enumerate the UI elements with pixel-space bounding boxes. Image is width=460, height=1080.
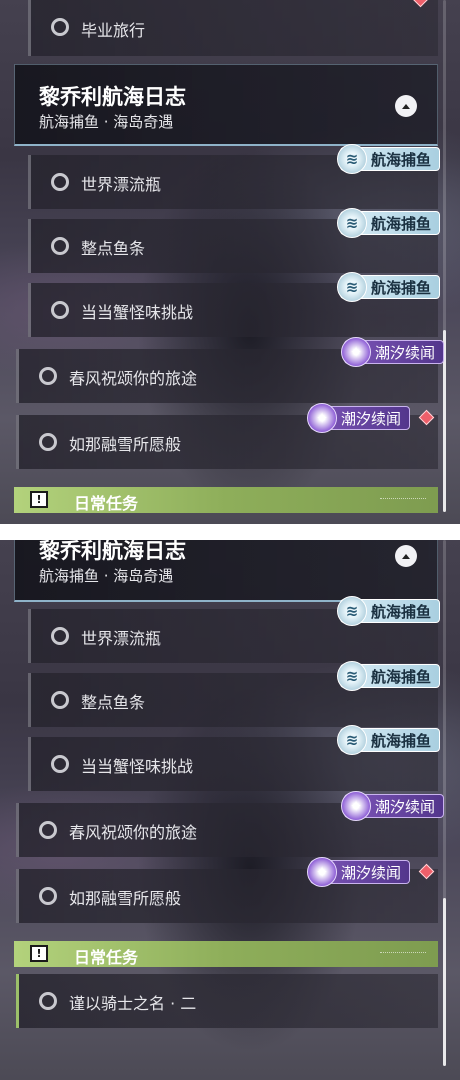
tag-label: 航海捕鱼 — [371, 668, 432, 686]
tide-tag: ✦ 潮汐续闻 — [307, 403, 411, 433]
event-subtitle: 航海捕鱼 · 海岛奇遇 — [39, 113, 174, 131]
radio-circle-icon — [51, 237, 69, 255]
radio-circle-icon — [39, 992, 57, 1010]
fishing-wave-icon: ≋ — [337, 272, 367, 302]
radio-circle-icon — [39, 887, 57, 905]
daily-tasks-label: 日常任务 — [74, 948, 139, 967]
tag-label: 航海捕鱼 — [371, 279, 432, 297]
tide-sparkle-icon: ✦ — [341, 337, 371, 367]
fishing-tag: ≋ 航海捕鱼 — [337, 725, 441, 755]
chevron-up-icon[interactable] — [395, 95, 417, 117]
quest-panel-top: 毕业旅行 黎乔利航海日志 航海捕鱼 · 海岛奇遇 世界漂流瓶 ≋ 航海捕鱼 整点… — [0, 0, 460, 524]
fishing-tag: ≋ 航海捕鱼 — [337, 272, 441, 302]
quest-label: 当当蟹怪味挑战 — [81, 757, 194, 776]
radio-circle-icon — [51, 627, 69, 645]
fishing-tag: ≋ 航海捕鱼 — [337, 144, 441, 174]
event-header[interactable]: 黎乔利航海日志 航海捕鱼 · 海岛奇遇 — [14, 540, 438, 602]
fishing-tag: ≋ 航海捕鱼 — [337, 661, 441, 691]
decorative-dots — [380, 952, 426, 955]
tide-sparkle-icon: ✦ — [341, 791, 371, 821]
tag-label: 航海捕鱼 — [371, 215, 432, 233]
tag-label: 航海捕鱼 — [371, 603, 432, 621]
quest-label: 毕业旅行 — [81, 21, 146, 40]
fishing-wave-icon: ≋ — [337, 596, 367, 626]
fishing-wave-icon: ≋ — [337, 208, 367, 238]
quest-panel-bottom: 黎乔利航海日志 航海捕鱼 · 海岛奇遇 世界漂流瓶 ≋ 航海捕鱼 整点鱼条 ≋ … — [0, 540, 460, 1080]
event-title: 黎乔利航海日志 — [39, 540, 186, 563]
screenshot-divider — [0, 524, 460, 540]
radio-circle-icon — [51, 691, 69, 709]
tag-label: 航海捕鱼 — [371, 732, 432, 750]
scrollbar-thumb[interactable] — [443, 898, 446, 1066]
radio-circle-icon — [51, 173, 69, 191]
exclamation-box-icon: ! — [30, 491, 48, 508]
list-item-graduation-trip[interactable]: 毕业旅行 — [28, 0, 438, 56]
tag-label: 潮汐续闻 — [341, 410, 402, 428]
quest-label: 春风祝颂你的旅途 — [69, 823, 198, 842]
quest-label: 春风祝颂你的旅途 — [69, 369, 198, 388]
radio-circle-icon — [51, 755, 69, 773]
radio-circle-icon — [39, 367, 57, 385]
fishing-tag: ≋ 航海捕鱼 — [337, 596, 441, 626]
exclamation-box-icon: ! — [30, 945, 48, 962]
quest-label: 世界漂流瓶 — [81, 175, 162, 194]
fishing-wave-icon: ≋ — [337, 661, 367, 691]
daily-tasks-header[interactable]: ! 日常任务 — [14, 487, 438, 513]
daily-tasks-label: 日常任务 — [74, 494, 139, 513]
quest-label: 如那融雪所愿般 — [69, 889, 182, 908]
event-title: 黎乔利航海日志 — [39, 85, 186, 109]
event-subtitle: 航海捕鱼 · 海岛奇遇 — [39, 567, 174, 585]
chevron-up-icon[interactable] — [395, 545, 417, 567]
fishing-tag: ≋ 航海捕鱼 — [337, 208, 441, 238]
quest-label: 谨以骑士之名 · 二 — [69, 994, 197, 1013]
fishing-wave-icon: ≋ — [337, 144, 367, 174]
tide-sparkle-icon: ✦ — [307, 403, 337, 433]
quest-label: 整点鱼条 — [81, 693, 146, 712]
quest-label: 整点鱼条 — [81, 239, 146, 258]
scrollbar-track[interactable] — [443, 0, 446, 512]
tag-label: 航海捕鱼 — [371, 151, 432, 169]
quest-label: 世界漂流瓶 — [81, 629, 162, 648]
decorative-dots — [380, 498, 426, 501]
quest-label: 当当蟹怪味挑战 — [81, 303, 194, 322]
radio-circle-icon — [51, 18, 69, 36]
radio-circle-icon — [51, 301, 69, 319]
quest-label: 如那融雪所愿般 — [69, 435, 182, 454]
tag-label: 潮汐续闻 — [375, 798, 436, 816]
radio-circle-icon — [39, 433, 57, 451]
tag-label: 潮汐续闻 — [375, 344, 436, 362]
tide-tag: ✦ 潮汐续闻 — [341, 791, 445, 821]
fishing-wave-icon: ≋ — [337, 725, 367, 755]
daily-tasks-header[interactable]: ! 日常任务 — [14, 941, 438, 967]
tide-sparkle-icon: ✦ — [307, 857, 337, 887]
tag-label: 潮汐续闻 — [341, 864, 402, 882]
tide-tag: ✦ 潮汐续闻 — [307, 857, 411, 887]
tide-tag: ✦ 潮汐续闻 — [341, 337, 445, 367]
list-item-knight-name-2[interactable]: 谨以骑士之名 · 二 — [16, 974, 438, 1028]
radio-circle-icon — [39, 821, 57, 839]
event-header[interactable]: 黎乔利航海日志 航海捕鱼 · 海岛奇遇 — [14, 64, 438, 146]
